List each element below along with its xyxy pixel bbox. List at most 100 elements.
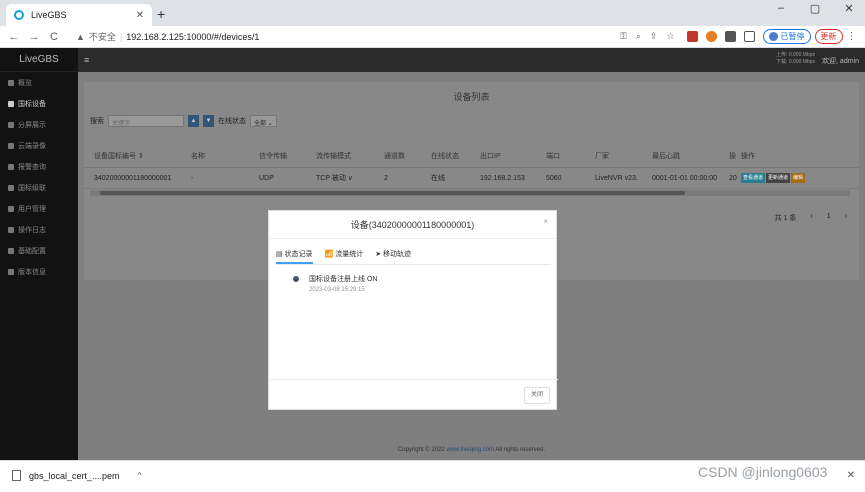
security-label: 不安全 <box>88 32 116 42</box>
footer-link[interactable]: www.liveqing.com <box>446 447 494 453</box>
sidebar-item-logs[interactable]: 操作日志 <box>0 219 78 240</box>
col-vendor: 厂家 <box>595 153 609 160</box>
cell-stream-mode[interactable]: TCP 被动 ∨ <box>316 173 353 183</box>
key-icon[interactable]: ⚿ <box>620 31 627 42</box>
next-page-button[interactable]: › <box>845 213 847 223</box>
search-label: 搜索 <box>90 118 104 125</box>
bookmark-star-icon[interactable]: ☆ <box>666 31 674 42</box>
cell-port: 5060 <box>546 174 562 182</box>
new-tab-button[interactable]: + <box>157 6 165 22</box>
profile-button[interactable]: 已暂停 <box>762 29 811 44</box>
dialog-close-button[interactable]: 关闭 <box>524 387 550 404</box>
search-button[interactable]: ▲ <box>188 115 199 127</box>
reload-button[interactable]: C <box>44 31 64 43</box>
cell-device-id: 34020000001180000001 <box>94 174 172 182</box>
cell-signal-transport: UDP <box>259 174 274 182</box>
sidebar-item-overview[interactable]: 概览 <box>0 72 78 93</box>
cell-vendor: LiveNVR v23. <box>595 174 638 182</box>
minimize-button[interactable]: – <box>775 2 787 15</box>
cell-heartbeat: 0001-01-01 00:00:00 <box>652 174 717 182</box>
back-button[interactable]: ← <box>4 31 24 43</box>
maximize-button[interactable]: ▢ <box>809 2 821 15</box>
download-options-icon[interactable]: ^ <box>138 471 142 480</box>
browser-tab[interactable]: LiveGBS ✕ <box>6 4 152 26</box>
footer-prefix: Copyright © 2022 <box>397 447 447 453</box>
bell-icon <box>8 163 14 170</box>
cloud-icon <box>8 142 14 149</box>
address-bar[interactable]: ▲ 不安全 | 192.168.2.125:10000/#/devices/1 <box>70 27 610 46</box>
sidebar-item-version[interactable]: 版本信息 <box>0 261 78 282</box>
livegbs-favicon-icon <box>14 10 24 20</box>
view-channels-button[interactable]: 查看通道 <box>741 173 766 183</box>
sidebar-item-cloud-record[interactable]: 云端录像 <box>0 135 78 156</box>
dialog-close-icon[interactable]: × <box>543 217 548 226</box>
extension-pdf-icon[interactable] <box>686 31 698 42</box>
cell-ip: 192.168.2.153 <box>480 174 525 182</box>
url-text[interactable]: 192.168.2.125:10000/#/devices/1 <box>126 32 259 42</box>
col-port: 端口 <box>546 153 560 160</box>
col-signal-transport: 信令传输 <box>259 153 287 160</box>
download-bar-close-icon[interactable]: ✕ <box>847 470 855 481</box>
scrollbar-thumb[interactable] <box>100 191 685 195</box>
browser-tab-strip: LiveGBS ✕ + – ▢ ✕ <box>0 0 865 26</box>
tab-close-icon[interactable]: ✕ <box>136 10 144 21</box>
sidebar-item-label: 国标级联 <box>18 184 46 192</box>
share-icon[interactable]: ⇪ <box>650 31 658 42</box>
dialog-tabs: ▤ 状态记录 📶 流量统计 ➤ 移动轨迹 <box>276 249 551 265</box>
timeline-event-title: 国标设备注册上线 ON <box>309 276 378 283</box>
sidebar-item-devices[interactable]: 国标设备 <box>0 93 78 114</box>
forward-button[interactable]: → <box>24 31 44 43</box>
cell-channels: 2 <box>384 174 388 182</box>
dashboard-icon <box>8 79 14 86</box>
browser-menu-icon[interactable]: ⋮ <box>847 31 857 42</box>
sidebar-item-split-screen[interactable]: 分屏展示 <box>0 114 78 135</box>
update-channels-button[interactable]: 更新通道 <box>766 173 791 183</box>
download-item[interactable]: gbs_local_cert_....pem ^ <box>12 470 141 481</box>
page-number[interactable]: 1 <box>827 213 831 223</box>
profile-label: 已暂停 <box>780 32 805 41</box>
menu-toggle-icon[interactable]: ≡ <box>84 55 89 65</box>
sidebar-item-users[interactable]: 用户管理 <box>0 198 78 219</box>
update-button[interactable]: 更新 <box>814 29 843 44</box>
net-upload: 上传: 0.000 Mbps <box>776 52 815 58</box>
export-button[interactable]: ▼ <box>203 115 214 127</box>
sidebar-item-config[interactable]: 基础配置 <box>0 240 78 261</box>
extension-orange-icon[interactable] <box>705 31 717 42</box>
update-label: 更新 <box>820 32 837 41</box>
sidebar-item-label: 云端录像 <box>18 142 46 150</box>
net-download: 下载: 0.000 Mbps <box>776 59 815 65</box>
extensions-puzzle-icon[interactable] <box>724 31 736 42</box>
tab-traffic-stats[interactable]: 📶 流量统计 <box>325 249 364 264</box>
side-panel-icon[interactable] <box>743 31 755 42</box>
user-icon <box>8 205 14 212</box>
col-ip: 出口IP <box>480 153 501 160</box>
video-icon <box>8 100 14 107</box>
sidebar-item-label: 操作日志 <box>18 226 46 234</box>
tab-movement-track[interactable]: ➤ 移动轨迹 <box>375 249 411 264</box>
col-actions: 操作 <box>741 153 755 160</box>
brand-logo[interactable]: LiveGBS <box>0 48 78 72</box>
prev-page-button[interactable]: ‹ <box>810 213 812 223</box>
col-channels: 通道数 <box>384 153 405 160</box>
horizontal-scrollbar[interactable] <box>90 190 850 196</box>
filter-bar: 搜索 关键字 ▲ ▼ 在线状态 全部 ⌄ <box>90 115 277 127</box>
file-icon <box>12 470 21 481</box>
close-window-button[interactable]: ✕ <box>843 2 855 15</box>
zoom-icon[interactable]: ⌕ <box>636 31 641 42</box>
col-device-id[interactable]: 设备国标编号 ⇕ <box>94 151 144 161</box>
download-filename[interactable]: gbs_local_cert_....pem <box>29 471 120 481</box>
online-status-value: 全部 <box>254 121 267 127</box>
dialog-footer: 关闭 <box>269 379 558 411</box>
edit-button[interactable]: 编辑 <box>791 173 806 183</box>
network-stats: 上传: 0.000 Mbps 下载: 0.000 Mbps <box>776 52 815 66</box>
col-heartbeat: 最后心跳 <box>652 153 680 160</box>
sidebar-item-alarms[interactable]: 报警查询 <box>0 156 78 177</box>
footer-suffix: All rights reserved. <box>494 447 546 453</box>
sidebar-item-cascade[interactable]: 国标级联 <box>0 177 78 198</box>
sidebar-item-label: 用户管理 <box>18 205 46 213</box>
search-input[interactable]: 关键字 <box>108 115 184 127</box>
user-menu[interactable]: 欢迎, admin <box>822 56 859 66</box>
cell-truncated: 20 <box>729 174 737 182</box>
online-status-select[interactable]: 全部 ⌄ <box>250 115 277 127</box>
tab-status-log[interactable]: ▤ 状态记录 <box>276 249 313 264</box>
